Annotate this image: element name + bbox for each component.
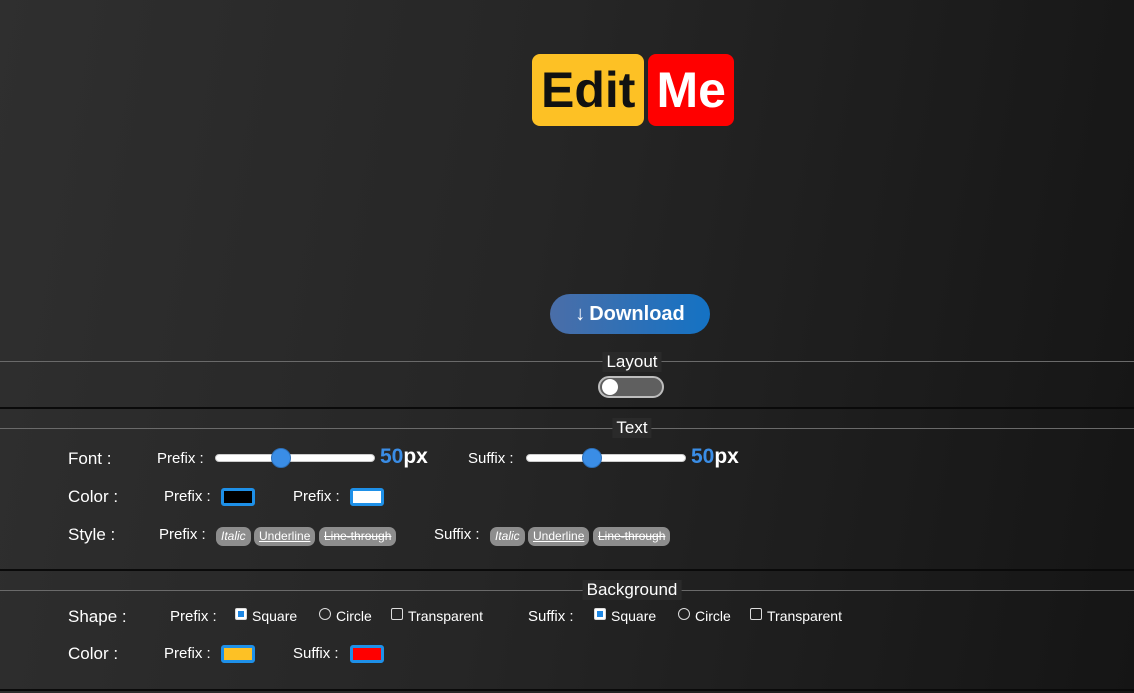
style-prefix-label: Prefix : [159,526,206,543]
checkbox-icon[interactable] [750,608,762,620]
font-suffix-label: Suffix : [468,450,514,467]
option-label: Square [611,608,657,624]
bg-color-prefix-label: Prefix : [164,645,211,662]
bg-color-row-label: Color : [68,644,119,663]
shape-prefix-label: Prefix : [170,608,217,625]
option-label: Transparent [767,608,842,624]
prefix-italic-chip[interactable]: Italic [216,527,251,546]
slider-thumb[interactable] [271,448,291,468]
font-prefix-value: 50px [380,445,428,469]
logo-suffix: Me [648,54,734,126]
suffix-line-through-chip[interactable]: Line-through [593,527,671,546]
background-section-rule [0,590,1134,591]
text-color-prefix-swatch[interactable] [221,488,255,506]
option-label: Transparent [408,608,483,624]
layout-section-rule [0,361,1134,362]
checkbox-checked-icon[interactable] [594,608,606,620]
download-button[interactable]: ↓ Download [550,294,710,334]
slider-track [215,454,375,462]
download-arrow-icon: ↓ [575,302,586,325]
text-color-suffix-swatch[interactable] [350,488,384,506]
prefix-square-option[interactable]: Square [235,608,297,624]
prefix-underline-chip[interactable]: Underline [254,527,316,546]
slider-track [526,454,686,462]
suffix-underline-chip[interactable]: Underline [528,527,590,546]
font-suffix-unit: px [714,445,739,468]
font-suffix-value: 50px [691,445,739,469]
option-label: Square [252,608,298,624]
suffix-transparent-option[interactable]: Transparent [750,608,842,624]
font-prefix-number: 50 [380,445,404,468]
prefix-line-through-chip[interactable]: Line-through [319,527,397,546]
radio-icon[interactable] [319,608,331,620]
text-color-row-label: Color : [68,487,119,506]
text-color-prefix-label: Prefix : [164,488,211,505]
bg-color-prefix-swatch[interactable] [221,645,255,663]
text-section-title: Text [612,418,652,438]
layout-section-title: Layout [602,352,662,372]
radio-icon[interactable] [678,608,690,620]
suffix-square-option[interactable]: Square [594,608,656,624]
font-suffix-slider[interactable] [526,448,686,468]
style-row-label: Style : [68,525,116,544]
style-suffix-label: Suffix : [434,526,480,543]
shape-suffix-label: Suffix : [528,608,574,625]
divider [0,689,1134,691]
option-label: Circle [695,608,731,624]
prefix-circle-option[interactable]: Circle [319,608,372,624]
font-prefix-slider[interactable] [215,448,375,468]
checkbox-icon[interactable] [391,608,403,620]
divider [0,569,1134,571]
bg-color-suffix-swatch[interactable] [350,645,384,663]
layout-toggle[interactable] [598,376,664,398]
shape-row-label: Shape : [68,607,127,626]
text-section-rule [0,428,1134,429]
font-row-label: Font : [68,449,112,468]
checkbox-checked-icon[interactable] [235,608,247,620]
font-prefix-label: Prefix : [157,450,204,467]
slider-thumb[interactable] [582,448,602,468]
font-prefix-unit: px [403,445,428,468]
layout-toggle-knob [602,379,618,395]
bg-color-suffix-label: Suffix : [293,645,339,662]
suffix-italic-chip[interactable]: Italic [490,527,525,546]
text-color-suffix-label: Prefix : [293,488,340,505]
download-label: Download [589,302,685,325]
divider [0,407,1134,409]
logo-preview: Edit Me [532,54,734,126]
option-label: Circle [336,608,372,624]
logo-prefix: Edit [532,54,645,126]
background-section-title: Background [582,580,682,600]
font-suffix-number: 50 [691,445,715,468]
prefix-transparent-option[interactable]: Transparent [391,608,483,624]
suffix-circle-option[interactable]: Circle [678,608,731,624]
